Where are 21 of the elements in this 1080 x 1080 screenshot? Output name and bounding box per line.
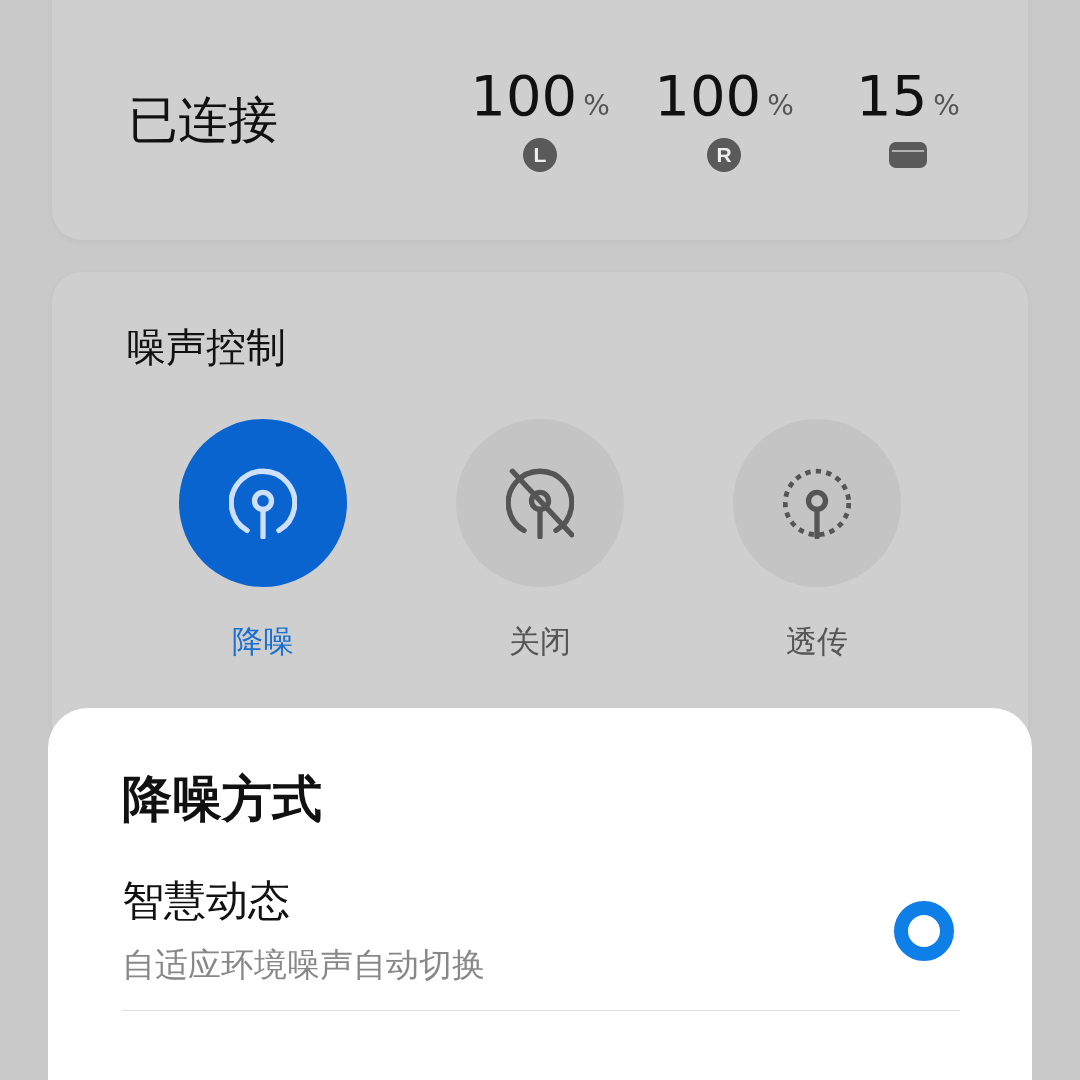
- option-description: 自适应环境噪声自动切换: [122, 944, 485, 986]
- sheet-title: 降噪方式: [122, 769, 323, 830]
- earbud-side-badge: R: [707, 138, 741, 172]
- transparency-icon: [783, 467, 851, 539]
- noise-off-icon: [506, 467, 574, 539]
- battery-percent: 100: [654, 68, 762, 124]
- mode-label: 降噪: [232, 622, 294, 661]
- earbud-side-badge: L: [523, 138, 557, 172]
- mode-label: 关闭: [509, 622, 571, 661]
- radio-button[interactable]: [894, 900, 954, 961]
- charging-case-icon: [889, 142, 927, 168]
- section-title: 噪声控制: [126, 323, 287, 372]
- percent-unit: %: [767, 89, 794, 122]
- option-title: 智慧动态: [122, 875, 291, 927]
- battery-percent: 15: [856, 68, 928, 124]
- mode-label: 透传: [786, 622, 848, 661]
- percent-unit: %: [583, 89, 610, 122]
- noise-cancel-icon: [229, 467, 297, 539]
- percent-unit: %: [933, 89, 960, 122]
- connection-status: 已连接: [128, 89, 279, 151]
- battery-percent: 100: [470, 68, 578, 124]
